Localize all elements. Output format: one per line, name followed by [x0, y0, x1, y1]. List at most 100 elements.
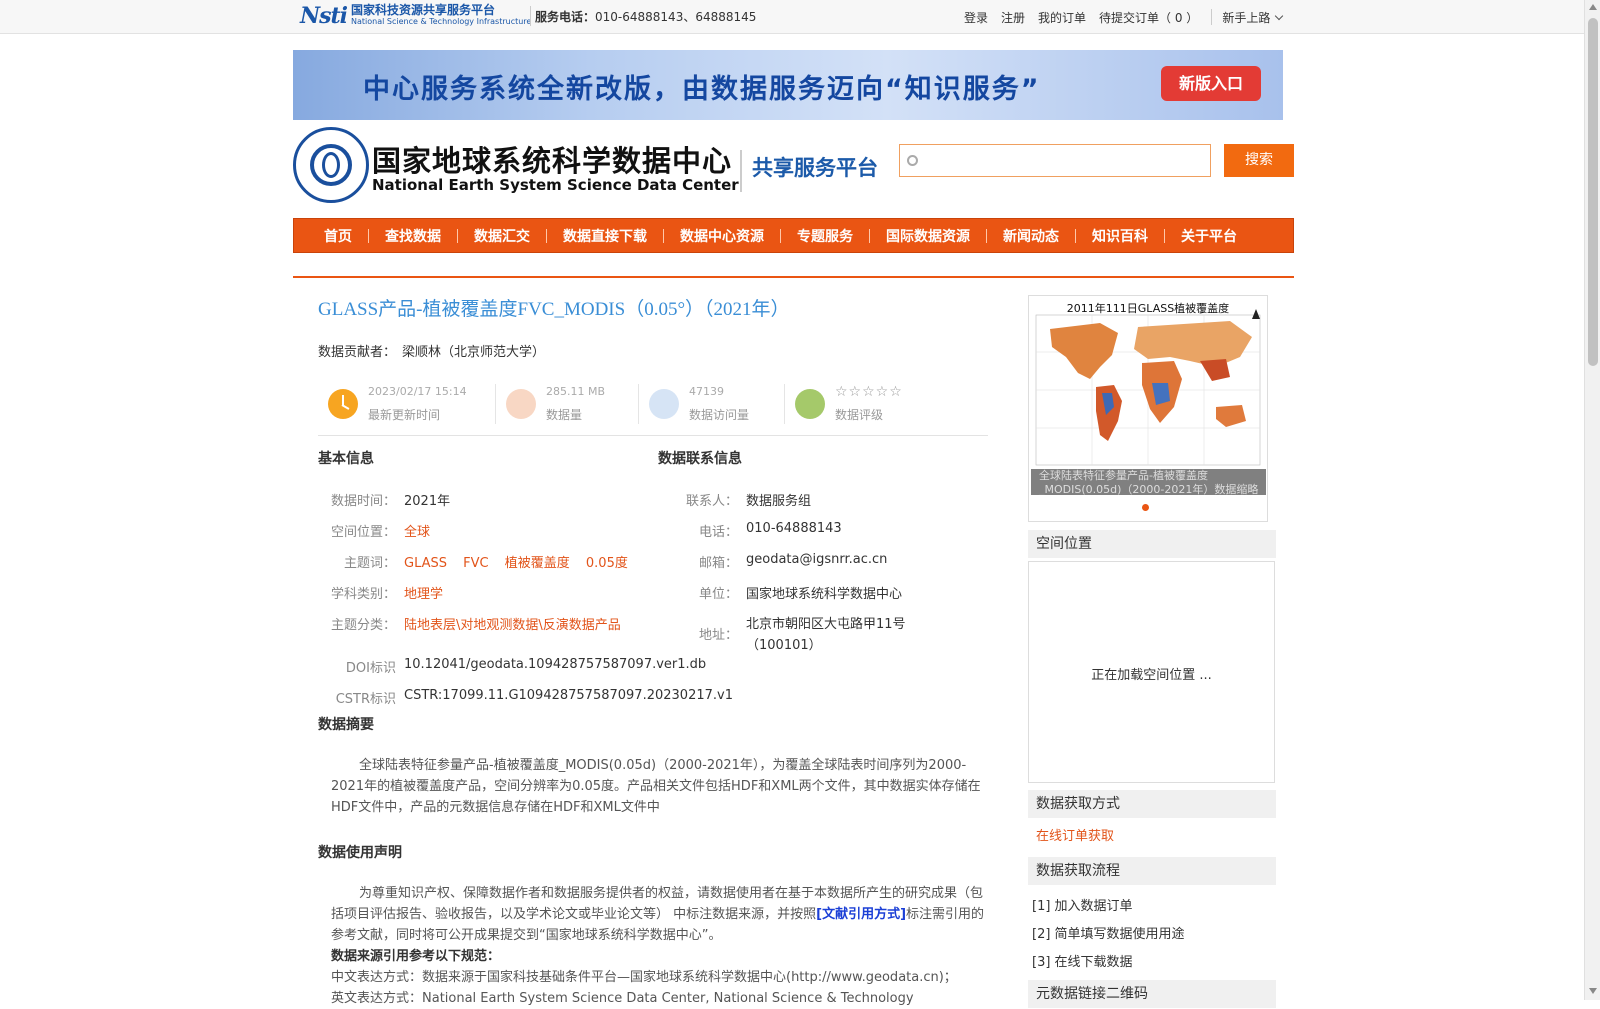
contact-info-heading: 数据联系信息 — [658, 451, 742, 467]
nav-international-data[interactable]: 国际数据资源 — [870, 226, 986, 246]
citation-ref-heading: 数据来源引用参考以下规范： — [331, 949, 501, 964]
info-category: 主题分类： 陆地表层\对地观测数据\反演数据产品 — [318, 614, 621, 633]
contributor-name: 梁顺林（北京师范大学） — [402, 345, 546, 360]
page-scrollbar[interactable] — [1584, 0, 1600, 1000]
announcement-banner[interactable]: 中心服务系统全新改版，由数据服务迈向“知识服务” 新版入口 — [293, 50, 1283, 120]
newbie-dropdown[interactable]: 新手上路 — [1222, 9, 1284, 26]
thumbnail-card[interactable]: 2011年111日GLASS植被覆盖度 全球陆表特征参量产品-植被覆盖度_MOD… — [1028, 295, 1268, 522]
cursor-icon — [649, 389, 679, 419]
top-bar: Nsti 国家科技资源共享服务平台 National Science & Tec… — [0, 0, 1584, 34]
layers-icon — [506, 389, 536, 419]
scroll-thumb[interactable] — [1588, 18, 1598, 366]
star-badge-icon — [795, 389, 825, 419]
login-link[interactable]: 登录 — [964, 9, 988, 26]
service-phone: 服务电话：010-64888143、64888145 — [535, 10, 757, 24]
nav-about[interactable]: 关于平台 — [1165, 226, 1253, 246]
contact-person: 联系人： 数据服务组 — [685, 494, 812, 509]
nav-find-data[interactable]: 查找数据 — [369, 226, 457, 246]
nsti-logo-cn: 国家科技资源共享服务平台 — [351, 3, 496, 17]
flow-heading: 数据获取流程 — [1028, 857, 1276, 885]
nav-home[interactable]: 首页 — [314, 226, 368, 246]
top-links-separator — [1211, 9, 1213, 25]
stat-size: 285.11 MB 数据量 — [496, 381, 639, 429]
flow-step: [2] 简单填写数据使用用途 — [1032, 927, 1185, 942]
new-version-button[interactable]: 新版入口 — [1161, 66, 1261, 101]
basic-info-heading: 基本信息 — [318, 451, 374, 467]
clock-icon — [328, 389, 358, 419]
contact-address: 地址： 北京市朝阳区大屯路甲11号 （100101） — [698, 617, 906, 653]
contributor: 数据贡献者： 梁顺林（北京师范大学） — [318, 345, 546, 360]
nav-direct-download[interactable]: 数据直接下载 — [547, 226, 663, 246]
world-map-graphic — [1035, 309, 1261, 466]
top-links: 登录 注册 我的订单 待提交订单（ 0 ） 新手上路 — [964, 9, 1295, 26]
access-heading: 数据获取方式 — [1028, 790, 1276, 818]
top-divider — [530, 6, 531, 26]
thumbnail-caption: 全球陆表特征参量产品-植被覆盖度_MODIS(0.05d)（2000-2021年… — [1031, 469, 1266, 495]
flow-step: [3] 在线下载数据 — [1032, 955, 1133, 970]
info-keywords: 主题词： GLASS FVC 植被覆盖度 0.05度 — [343, 556, 628, 571]
my-orders-link[interactable]: 我的订单 — [1038, 9, 1086, 26]
discipline-link[interactable]: 地理学 — [404, 583, 443, 602]
world-map-thumbnail: 2011年111日GLASS植被覆盖度 全球陆表特征参量产品-植被覆盖度_MOD… — [1030, 297, 1266, 495]
keyword-link[interactable]: 植被覆盖度 — [505, 556, 570, 571]
contact-email: 邮箱： geodata@igsnrr.ac.cn — [698, 552, 888, 571]
nsti-logo[interactable]: Nsti 国家科技资源共享服务平台 National Science & Tec… — [300, 3, 531, 29]
info-time: 数据时间： 2021年 — [330, 494, 451, 509]
nav-data-submission[interactable]: 数据汇交 — [458, 226, 546, 246]
nsti-logo-en: National Science & Technology Infrastruc… — [351, 17, 532, 26]
citation-en-expression: 英文表达方式：National Earth System Science Dat… — [331, 991, 914, 1006]
search-button[interactable]: 搜索 — [1224, 144, 1294, 177]
stat-rating: ☆☆☆☆☆ 数据评级 — [785, 381, 985, 429]
stat-updated: 2023/02/17 15:14 最新更新时间 — [318, 381, 496, 429]
usage-heading: 数据使用声明 — [318, 845, 402, 861]
content-divider — [293, 276, 1294, 278]
map-loading-text: 正在加载空间位置 ... — [1091, 668, 1212, 683]
category-link[interactable]: 陆地表层\对地观测数据\反演数据产品 — [404, 614, 621, 633]
nav-center-resources[interactable]: 数据中心资源 — [664, 226, 780, 246]
search-box — [899, 144, 1211, 177]
abstract-heading: 数据摘要 — [318, 717, 374, 733]
keyword-link[interactable]: GLASS — [404, 556, 447, 571]
nsti-logo-mark: Nsti — [300, 3, 348, 29]
register-link[interactable]: 注册 — [1001, 9, 1025, 26]
nav-knowledge-wiki[interactable]: 知识百科 — [1076, 226, 1164, 246]
nav-news[interactable]: 新闻动态 — [987, 226, 1075, 246]
platform-name: 共享服务平台 — [752, 156, 878, 180]
info-cstr: CSTR标识 CSTR:17099.11.G109428757587097.202… — [335, 688, 733, 707]
rating-stars[interactable]: ☆☆☆☆☆ — [835, 384, 903, 400]
banner-text: 中心服务系统全新改版，由数据服务迈向“知识服务” — [363, 74, 1041, 105]
contact-org: 单位： 国家地球系统科学数据中心 — [698, 587, 903, 602]
scroll-down-icon[interactable] — [1589, 988, 1597, 994]
citation-cn-expression: 中文表达方式：数据来源于国家科技基础条件平台—国家地球系统科学数据中心(http… — [331, 970, 957, 985]
keyword-link[interactable]: 0.05度 — [586, 556, 628, 571]
contact-phone: 电话： 010-64888143 — [698, 521, 842, 540]
nav-topic-services[interactable]: 专题服务 — [781, 226, 869, 246]
search-input[interactable] — [900, 145, 1210, 176]
carousel-dot[interactable] — [1142, 504, 1149, 511]
flow-step: [1] 加入数据订单 — [1032, 899, 1133, 914]
dataset-title: GLASS产品-植被覆盖度FVC_MODIS（0.05°）（2021年） — [318, 299, 790, 320]
space-map[interactable]: 正在加载空间位置 ... — [1028, 561, 1275, 783]
header-separator — [740, 150, 742, 192]
site-title-en: National Earth System Science Data Cente… — [372, 176, 739, 194]
info-space: 空间位置： 全球 — [318, 521, 430, 540]
search-icon — [907, 155, 918, 166]
space-heading: 空间位置 — [1028, 530, 1276, 558]
usage-text: 为尊重知识产权、保障数据作者和数据服务提供者的权益，请数据使用者在基于本数据所产… — [331, 886, 985, 943]
abstract-text: 全球陆表特征参量产品-植被覆盖度_MODIS(0.05d)（2000-2021年… — [331, 758, 981, 815]
info-discipline: 学科类别： 地理学 — [318, 583, 443, 602]
stat-visits: 47139 数据访问量 — [639, 381, 785, 429]
qr-heading: 元数据链接二维码 — [1028, 980, 1276, 1008]
keyword-link[interactable]: FVC — [463, 556, 488, 571]
chevron-down-icon — [1275, 11, 1284, 20]
info-doi: DOI标识 10.12041/geodata.109428757587097.ve… — [345, 657, 707, 676]
online-order-link[interactable]: 在线订单获取 — [1036, 825, 1114, 844]
citation-format-link[interactable]: [文献引用方式] — [816, 907, 906, 922]
space-link[interactable]: 全球 — [404, 521, 430, 540]
site-title-cn: 国家地球系统科学数据中心 — [372, 144, 733, 178]
scroll-up-icon[interactable] — [1589, 4, 1597, 10]
data-center-logo-icon[interactable] — [293, 127, 369, 203]
main-nav: 首页 查找数据 数据汇交 数据直接下载 数据中心资源 专题服务 国际数据资源 新… — [293, 218, 1294, 253]
stats-bar: 2023/02/17 15:14 最新更新时间 285.11 MB 数据量 47… — [318, 381, 988, 436]
pending-orders-link[interactable]: 待提交订单（ 0 ） — [1099, 9, 1198, 26]
